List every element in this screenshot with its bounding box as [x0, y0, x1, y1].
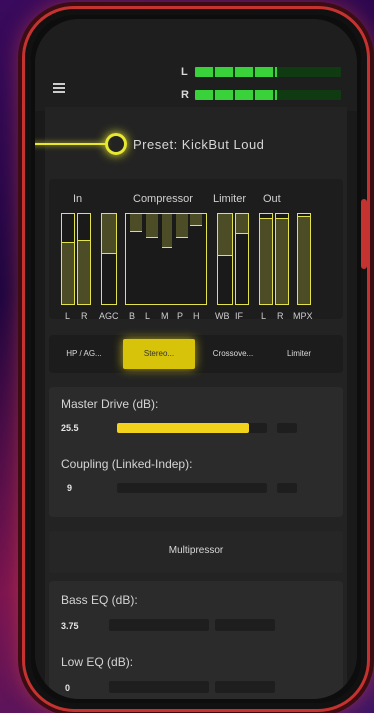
meter-label: IF	[235, 311, 243, 321]
tab-crossover[interactable]: Crossove...	[201, 339, 265, 369]
channel-label-right: R	[181, 89, 189, 101]
bass-eq-slider[interactable]	[109, 619, 209, 631]
channel-label-left: L	[181, 66, 188, 78]
meter-in-l	[61, 213, 75, 305]
master-drive-slider-end[interactable]	[277, 423, 297, 433]
meter-group-out: Out	[263, 193, 281, 205]
meter-group-in: In	[73, 193, 83, 205]
level-track-left	[195, 67, 341, 77]
menu-icon[interactable]	[53, 83, 65, 93]
meter-label: H	[193, 311, 200, 321]
drive-panel: Master Drive (dB): 25.5 Coupling (Linked…	[49, 387, 343, 517]
main-content: Preset: KickBut Loud In Compressor Limit…	[35, 107, 347, 699]
meters-panel: In Compressor Limiter Out L R AGC B L M …	[49, 179, 343, 321]
tab-limiter[interactable]: Limiter	[273, 339, 325, 369]
multipressor-title: Multipressor	[168, 545, 224, 556]
meter-label: WB	[215, 311, 230, 321]
meter-label: L	[261, 311, 267, 321]
tab-stereo[interactable]: Stereo...	[123, 339, 195, 369]
meter-label: R	[277, 311, 284, 321]
level-fill-right	[195, 90, 277, 100]
coupling-value: 9	[67, 483, 73, 493]
meter-label: B	[129, 311, 136, 321]
preset-label[interactable]: Preset: KickBut Loud	[133, 137, 264, 152]
meter-label: M	[161, 311, 169, 321]
side-button	[361, 199, 367, 269]
top-bar: L R	[35, 19, 357, 111]
multipressor-panel: Bass EQ (dB): 3.75 Low EQ (dB): 0	[49, 581, 343, 699]
meter-group-compressor: Compressor	[133, 193, 193, 205]
master-drive-label: Master Drive (dB):	[61, 397, 159, 411]
section-tabs: HP / AG... Stereo... Crossove... Limiter	[49, 335, 343, 373]
master-drive-fill	[117, 423, 249, 433]
meter-in-r	[77, 213, 91, 305]
meter-label: R	[81, 311, 88, 321]
bass-eq-slider-aux[interactable]	[215, 619, 275, 631]
level-meter-left: L	[181, 66, 341, 78]
level-fill-left	[195, 67, 277, 77]
meter-out-r	[275, 213, 289, 305]
meter-limiter-if	[235, 213, 249, 305]
level-meter-right: R	[181, 89, 341, 101]
low-eq-slider-aux[interactable]	[215, 681, 275, 693]
low-eq-label: Low EQ (dB):	[61, 655, 134, 669]
meter-limiter-wb	[217, 213, 233, 305]
coupling-slider-end[interactable]	[277, 483, 297, 493]
low-eq-value: 0	[65, 683, 71, 693]
master-drive-slider[interactable]	[117, 423, 267, 433]
meter-mpx	[297, 213, 311, 305]
preset-pointer-line	[35, 143, 107, 145]
meter-agc	[101, 213, 117, 305]
level-track-right	[195, 90, 341, 100]
app-screen: L R Preset: KickBut Loud In Compressor L…	[35, 19, 357, 699]
phone-frame: L R Preset: KickBut Loud In Compressor L…	[22, 6, 370, 712]
low-eq-slider[interactable]	[109, 681, 209, 693]
meter-label: L	[65, 311, 71, 321]
meter-out-l	[259, 213, 273, 305]
meter-label: MPX	[293, 311, 313, 321]
meter-label: L	[145, 311, 151, 321]
coupling-slider[interactable]	[117, 483, 267, 493]
tab-hp-agc[interactable]: HP / AG...	[53, 339, 115, 369]
meter-compressor	[125, 213, 207, 305]
bass-eq-label: Bass EQ (dB):	[61, 593, 138, 607]
preset-select-button[interactable]	[105, 133, 127, 155]
master-drive-value: 25.5	[61, 423, 79, 433]
bass-eq-value: 3.75	[61, 621, 79, 631]
meter-label: P	[177, 311, 184, 321]
coupling-label: Coupling (Linked-Indep):	[61, 457, 193, 471]
meter-label: AGC	[99, 311, 119, 321]
meter-group-limiter: Limiter	[213, 193, 247, 205]
multipressor-header: Multipressor	[49, 531, 343, 573]
